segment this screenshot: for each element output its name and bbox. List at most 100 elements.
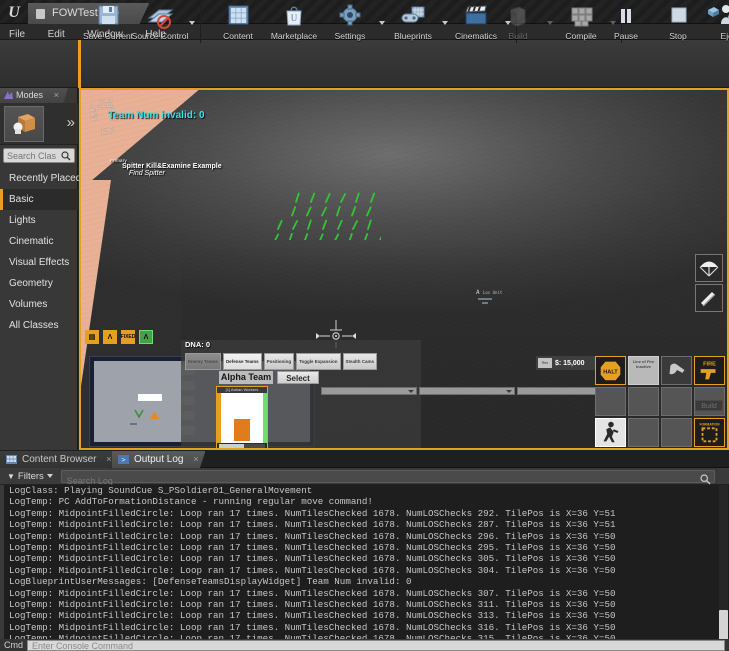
order-slot-bar[interactable] <box>419 387 515 395</box>
stop-icon <box>671 7 687 23</box>
ability-fire[interactable]: FIRE <box>694 356 725 385</box>
build-button[interactable]: Build <box>492 0 544 46</box>
mode-item-cinematic[interactable]: Cinematic <box>0 231 78 252</box>
mode-item-basic[interactable]: Basic <box>0 189 78 210</box>
select-team-button[interactable]: Select <box>277 371 319 384</box>
toggle-expansion-button[interactable]: Toggle Expansion <box>296 353 341 370</box>
mode-item-recently-placed[interactable]: Recently Placed <box>0 168 81 189</box>
cmd-label: Cmd <box>4 640 24 650</box>
mode-item-visual-effects[interactable]: Visual Effects <box>0 252 78 273</box>
character-stat-bars <box>217 443 267 448</box>
modes-close-icon[interactable]: × <box>54 88 59 103</box>
blueprints-dropdown-arrow[interactable] <box>439 0 450 46</box>
funnel-icon: ▼ <box>7 471 15 481</box>
log-filter-bar: ▼ Filters <box>0 468 729 486</box>
mode-item-all-classes[interactable]: All Classes <box>0 315 78 336</box>
hud-slot[interactable] <box>181 381 195 390</box>
minimap-unit-icon <box>150 411 159 419</box>
settings-button[interactable]: Settings <box>324 0 376 46</box>
enemy-teams-button[interactable]: Enemy Teams <box>185 353 221 370</box>
svg-text:Loc Unit: Loc Unit <box>483 290 503 295</box>
svg-text:U: U <box>291 13 298 23</box>
marketplace-label: Marketplace <box>270 31 318 41</box>
filters-button[interactable]: ▼ Filters <box>4 471 56 482</box>
hud-slot[interactable] <box>181 396 195 405</box>
mode-item-lights[interactable]: Lights <box>0 210 78 231</box>
map-doc-icon <box>36 9 45 19</box>
minimap-view-rect <box>138 394 162 401</box>
positioning-button[interactable]: Positioning <box>263 353 295 370</box>
ability-line-of-fire[interactable]: Line of Fire Inactive <box>628 356 659 385</box>
log-line: LogTemp: MidpointFilledCircle: Loop ran … <box>9 599 616 611</box>
ability-empty[interactable] <box>628 418 659 447</box>
output-log-content[interactable]: LogClass: Playing SoundCue S_PSoldier01_… <box>0 485 729 651</box>
mode-label: Cinematic <box>9 236 54 247</box>
marketplace-button[interactable]: U Marketplace <box>264 0 324 46</box>
place-mode-button[interactable] <box>4 106 44 142</box>
modes-tab[interactable]: Modes × <box>0 88 68 103</box>
stealth-cams-button[interactable]: Stealth Cams <box>342 353 378 370</box>
eject-button[interactable]: Eject <box>704 0 729 46</box>
objective-line-1: Spitter Kill&Examine Example <box>122 163 222 170</box>
hud-icon-formation[interactable]: Λ <box>103 330 117 344</box>
ability-aim[interactable] <box>661 356 692 385</box>
hud-icon-grid[interactable]: ▤ <box>85 330 99 344</box>
save-icon <box>98 5 119 25</box>
defense-teams-button[interactable]: Defense Teams <box>222 353 262 370</box>
tab-content-browser[interactable]: Content Browser × <box>0 451 119 468</box>
search-classes-box[interactable] <box>3 148 75 163</box>
hud-icon-glyph: Λ <box>107 333 113 341</box>
ability-empty[interactable] <box>595 387 626 416</box>
ability-formation[interactable]: FORMATION <box>694 418 725 447</box>
hud-icon-glyph: FIXED <box>120 334 136 340</box>
unreal-editor-window: U FOWTestMap File Edit Window Help Save <box>0 0 729 651</box>
filters-label: Filters <box>17 470 44 482</box>
character-card[interactable]: [1] Adrian Workers <box>216 386 268 448</box>
expand-modes-chevron-icon[interactable]: » <box>67 114 76 131</box>
blueprints-button[interactable]: Blueprints <box>387 0 439 46</box>
search-log-box[interactable] <box>60 469 715 486</box>
ability-halt[interactable]: HALT <box>595 356 626 385</box>
console-command-input[interactable]: Enter Console Command <box>27 639 725 651</box>
source-control-button[interactable]: Source Control <box>132 0 188 46</box>
log-line: LogTemp: MidpointFilledCircle: Loop ran … <box>9 507 616 519</box>
character-figure-icon <box>234 419 250 441</box>
ability-move[interactable] <box>595 418 626 447</box>
tab-label: Output Log <box>134 454 184 465</box>
save-current-button[interactable]: Save Current <box>82 0 134 46</box>
button-label: Stealth Cams <box>345 358 375 364</box>
log-line: LogTemp: MidpointFilledCircle: Loop ran … <box>9 564 616 576</box>
tab-close-icon[interactable]: × <box>193 451 198 468</box>
mode-item-geometry[interactable]: Geometry <box>0 273 78 294</box>
mode-item-volumes[interactable]: Volumes <box>0 294 78 315</box>
viewport-tools-button[interactable] <box>695 284 723 312</box>
ability-empty[interactable] <box>661 418 692 447</box>
tab-close-icon[interactable]: × <box>106 451 111 468</box>
stop-button[interactable]: Stop <box>652 0 704 46</box>
build-dropdown-arrow[interactable] <box>544 0 555 46</box>
hud-slot[interactable] <box>181 411 195 420</box>
settings-dropdown-arrow[interactable] <box>376 0 387 46</box>
selected-unit-marker-icon: A Loc Unit <box>476 289 503 304</box>
hud-slot[interactable] <box>181 426 195 435</box>
search-classes-input[interactable] <box>7 150 61 161</box>
tab-output-log[interactable]: > Output Log × <box>112 451 206 468</box>
minimap-friendly-icon <box>134 409 144 419</box>
unreal-logo-icon: U <box>8 4 20 21</box>
formation-box-icon: FORMATION <box>700 423 720 443</box>
content-button[interactable]: Content <box>212 0 264 46</box>
ability-empty[interactable] <box>628 387 659 416</box>
level-viewport[interactable]: X 37.898 Y 333.192 ALT NA HDG 154 CAM 25… <box>79 88 729 450</box>
dna-counter: DNA: 0 <box>185 340 211 349</box>
hud-icon-fixed[interactable]: FIXED <box>121 330 135 344</box>
viewport-parachute-button[interactable] <box>695 254 723 282</box>
ability-empty[interactable] <box>661 387 692 416</box>
button-label: Enemy Teams <box>188 358 218 364</box>
hud-icon-active-formation[interactable]: Λ <box>139 330 153 344</box>
source-control-icon <box>147 9 174 29</box>
log-line: LogTemp: MidpointFilledCircle: Loop ran … <box>9 610 616 622</box>
log-line: LogTemp: MidpointFilledCircle: Loop ran … <box>9 553 616 565</box>
pause-button[interactable]: Pause <box>600 0 652 46</box>
order-slot-bar[interactable] <box>321 387 417 395</box>
halt-octagon-icon: HALT <box>600 361 621 381</box>
